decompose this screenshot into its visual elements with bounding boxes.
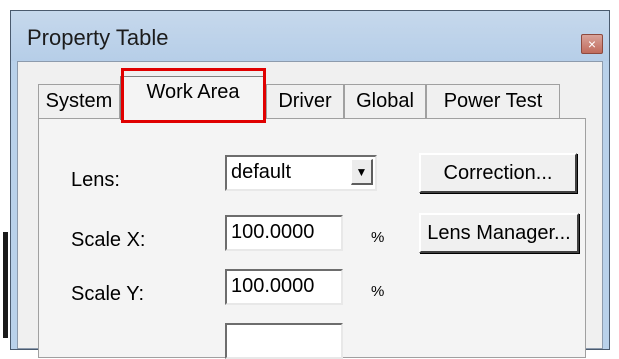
lens-label: Lens: bbox=[71, 169, 120, 191]
work-area-page: Lens: default ▼ Correction... Scale X: 1… bbox=[38, 118, 586, 359]
close-icon: × bbox=[587, 36, 597, 52]
lens-manager-button[interactable]: Lens Manager... bbox=[419, 213, 579, 253]
scale-y-label: Scale Y: bbox=[71, 283, 145, 305]
tab-system[interactable]: System bbox=[38, 84, 120, 118]
property-table-window: Property Table × System Work Area Driver… bbox=[10, 10, 610, 359]
title-bar[interactable]: Property Table × bbox=[11, 11, 609, 61]
correction-button[interactable]: Correction... bbox=[419, 153, 577, 193]
scale-x-unit: % bbox=[371, 229, 385, 246]
tab-driver[interactable]: Driver bbox=[266, 84, 344, 118]
dialog-content: System Work Area Driver Global Power Tes… bbox=[17, 61, 603, 359]
lens-dropdown[interactable]: default ▼ bbox=[225, 155, 377, 191]
scale-x-input[interactable]: 100.0000 bbox=[225, 215, 343, 251]
scale-x-label: Scale X: bbox=[71, 229, 146, 251]
chevron-down-icon[interactable]: ▼ bbox=[351, 159, 373, 185]
scale-y-input[interactable]: 100.0000 bbox=[225, 269, 343, 305]
background-edge bbox=[0, 0, 10, 338]
close-button[interactable]: × bbox=[581, 34, 603, 54]
tab-power-test[interactable]: Power Test bbox=[426, 84, 560, 118]
tab-global[interactable]: Global bbox=[344, 84, 426, 118]
tab-work-area[interactable]: Work Area bbox=[120, 76, 266, 120]
window-title: Property Table bbox=[27, 25, 169, 50]
lens-value: default bbox=[231, 161, 292, 183]
partial-input[interactable] bbox=[225, 323, 343, 359]
scale-y-unit: % bbox=[371, 283, 385, 300]
